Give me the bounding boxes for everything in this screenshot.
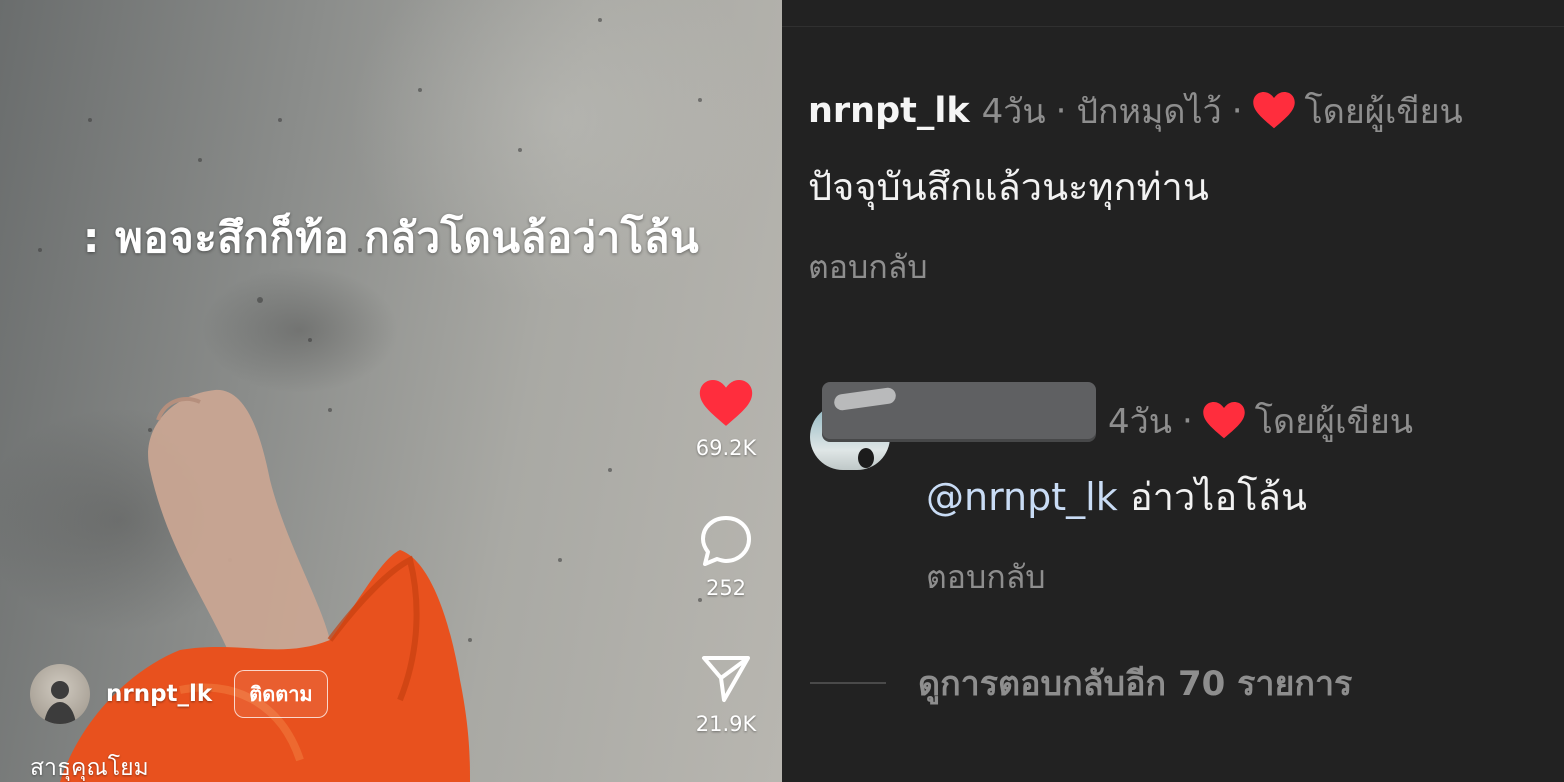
- send-icon[interactable]: [700, 652, 752, 704]
- share-action[interactable]: 21.9K: [684, 652, 768, 736]
- redaction-highlight: [833, 386, 897, 412]
- like-count: 69.2K: [695, 436, 757, 460]
- person-silhouette-icon: [44, 681, 76, 724]
- heart-icon[interactable]: [699, 380, 753, 428]
- view-more-replies[interactable]: ดูการตอบกลับอีก 70 รายการ: [810, 656, 1352, 710]
- share-count: 21.9K: [695, 712, 757, 736]
- liked-by-creator-label: โดยผู้เขียน: [1254, 402, 1413, 442]
- heart-icon: [1252, 92, 1295, 129]
- comments-panel: nrnpt_lk 4วัน · ปักหมุดไว้ · โดยผู้เขียน…: [782, 0, 1564, 782]
- liked-by-creator-label: โดยผู้เขียน: [1304, 92, 1463, 132]
- follow-button[interactable]: ติดตาม: [234, 670, 328, 718]
- comment-bubble-icon[interactable]: [699, 514, 753, 568]
- comment-count: 252: [705, 576, 747, 600]
- comment-time: 4วัน: [1108, 402, 1172, 442]
- separator-dot: ·: [1231, 91, 1243, 131]
- divider: [782, 26, 1564, 27]
- screenshot-root: : พอจะสึกก็ท้อ กลัวโดนล้อว่าโล้น 69.2K 2…: [0, 0, 1564, 782]
- reply-body: อ่าวไอโล้น: [1129, 475, 1307, 519]
- pinned-label: ปักหมุดไว้: [1076, 92, 1222, 132]
- reply-comment-meta: 4วัน · โดยผู้เขียน: [1108, 394, 1413, 448]
- separator-dot: ·: [1181, 401, 1193, 441]
- heart-icon: [1203, 402, 1245, 439]
- video-overlay-caption: : พอจะสึกก็ท้อ กลัวโดนล้อว่าโล้น: [82, 213, 700, 262]
- redacted-username: [822, 382, 1096, 442]
- mention-link[interactable]: @nrnpt_lk: [926, 475, 1118, 519]
- author-avatar[interactable]: [30, 664, 90, 724]
- like-action[interactable]: 69.2K: [684, 380, 768, 460]
- video-description: สาธุคุณโยม: [30, 755, 149, 781]
- reply-button[interactable]: ตอบกลับ: [808, 242, 928, 293]
- comment-username[interactable]: nrnpt_lk: [808, 91, 970, 131]
- reply-button[interactable]: ตอบกลับ: [926, 552, 1046, 603]
- pinned-comment-meta: nrnpt_lk 4วัน · ปักหมุดไว้ · โดยผู้เขียน: [808, 84, 1463, 138]
- video-player[interactable]: : พอจะสึกก็ท้อ กลัวโดนล้อว่าโล้น 69.2K 2…: [0, 0, 782, 782]
- separator-dot: ·: [1055, 91, 1067, 131]
- thread-line: [810, 682, 886, 684]
- view-more-replies-label[interactable]: ดูการตอบกลับอีก 70 รายการ: [918, 656, 1352, 710]
- author-username[interactable]: nrnpt_lk: [106, 681, 212, 707]
- author-row: nrnpt_lk ติดตาม: [30, 664, 328, 724]
- comment-action[interactable]: 252: [684, 514, 768, 600]
- pinned-comment-text: ปัจจุบันสึกแล้วนะทุกท่าน: [808, 165, 1209, 209]
- reply-comment-text: @nrnpt_lk อ่าวไอโล้น: [926, 466, 1307, 527]
- comment-time: 4วัน: [981, 92, 1046, 132]
